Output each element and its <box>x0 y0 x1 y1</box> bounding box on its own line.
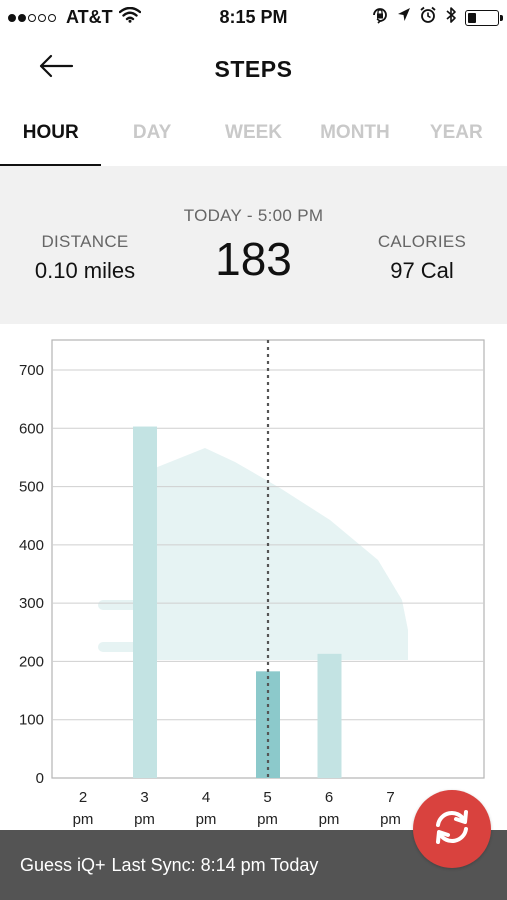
steps-chart[interactable]: 0 100 200 300 400 500 600 700 2 pm 3 pm 4 pm 5 pm 6 pm 7 p… <box>0 324 507 830</box>
page-title: STEPS <box>214 56 293 82</box>
device-name: Guess iQ+ <box>20 855 106 875</box>
x-tick-label: 7 pm <box>380 789 401 828</box>
location-icon <box>397 7 411 28</box>
steps-stat: TODAY - 5:00 PM 183 <box>160 206 347 286</box>
period-tabs: HOUR DAY WEEK MONTH YEAR <box>0 102 507 166</box>
calories-stat: CALORIES 97 Cal <box>352 232 492 284</box>
alarm-icon <box>419 6 437 29</box>
y-tick-label: 700 <box>19 362 44 379</box>
header: STEPS <box>0 34 507 102</box>
bluetooth-icon <box>445 6 457 29</box>
calories-label: CALORIES <box>377 232 467 251</box>
y-tick-label: 100 <box>19 712 44 729</box>
bar[interactable] <box>133 426 157 778</box>
summary-panel: DISTANCE 0.10 miles TODAY - 5:00 PM 183 … <box>0 166 507 324</box>
tab-year[interactable]: YEAR <box>406 102 507 166</box>
x-tick-label: 5 pm <box>257 789 278 828</box>
distance-stat: DISTANCE 0.10 miles <box>15 232 155 284</box>
y-tick-label: 300 <box>19 595 44 612</box>
battery-fill <box>468 12 477 23</box>
x-tick-label: 3 pm <box>134 789 155 828</box>
y-tick-label: 500 <box>19 479 44 496</box>
sync-button[interactable] <box>413 790 491 868</box>
footer-text: Guess iQ+ Last Sync: 8:14 pm Today <box>20 855 318 876</box>
tab-week[interactable]: WEEK <box>203 102 304 166</box>
x-tick-label: 2 pm <box>73 789 94 828</box>
steps-chart-svg: 0 100 200 300 400 500 600 700 2 pm 3 pm 4 pm 5 pm 6 pm 7 p… <box>19 339 485 828</box>
distance-value: 0.10 miles <box>34 258 136 283</box>
y-tick-label: 200 <box>19 653 44 670</box>
tab-day[interactable]: DAY <box>101 102 202 166</box>
y-tick-label: 400 <box>19 537 44 554</box>
selected-time-label: TODAY - 5:00 PM <box>183 206 324 225</box>
battery-icon <box>465 9 503 26</box>
x-tick-label: 6 pm <box>319 789 340 828</box>
bar[interactable] <box>317 653 342 778</box>
tab-hour[interactable]: HOUR <box>0 102 102 166</box>
steps-value: 183 <box>215 233 292 285</box>
lock-rotation-icon <box>371 6 389 29</box>
y-tick-label: 600 <box>19 420 44 437</box>
status-right <box>371 6 503 29</box>
battery-tip <box>500 14 503 21</box>
sync-icon <box>430 805 474 854</box>
x-tick-label: 4 pm <box>196 789 217 828</box>
tab-month[interactable]: MONTH <box>304 102 405 166</box>
status-bar: AT&T 8:15 PM <box>0 0 507 34</box>
last-sync-text: Last Sync: 8:14 pm Today <box>111 855 319 875</box>
distance-label: DISTANCE <box>41 232 129 251</box>
calories-value: 97 Cal <box>390 258 454 283</box>
y-tick-label: 0 <box>36 770 44 787</box>
